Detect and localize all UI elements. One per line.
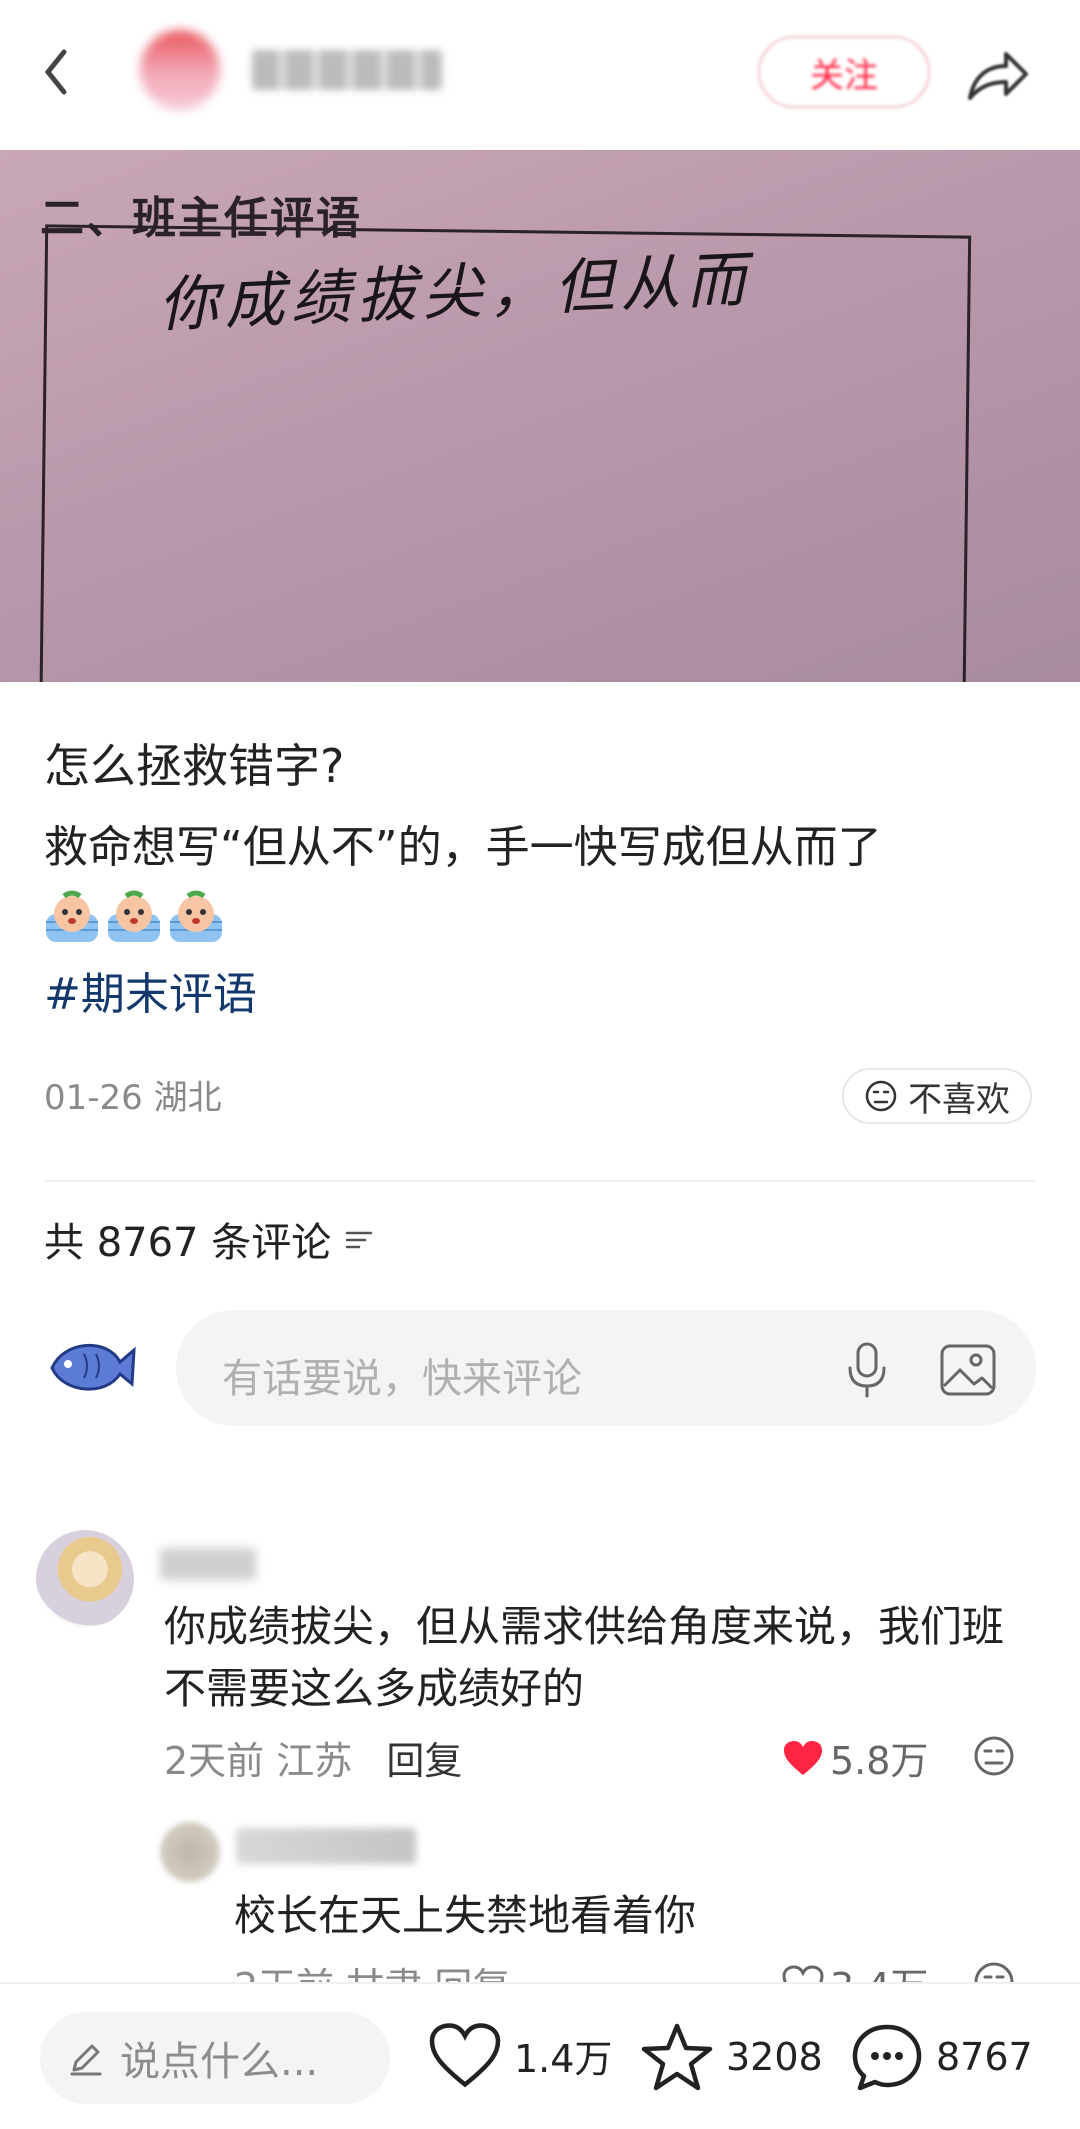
like-button[interactable]: 1.4万 [428,2022,612,2088]
crying-peach-emoji-icon [46,890,98,942]
divider [44,1180,1036,1182]
share-icon[interactable] [962,46,1032,106]
mic-icon[interactable] [842,1340,892,1400]
post-image[interactable]: 二、班主任评语 你成绩拔尖，但从而 [0,150,1080,682]
comment-text: 你成绩拔尖，但从需求供给角度来说，我们班不需要这么多成绩好的 [164,1602,1005,1713]
collect-button[interactable]: 3208 [640,2022,823,2092]
post-title: 怎么拯救错字? [44,739,345,793]
comment-bubble-icon [852,2024,922,2091]
comment-like-count: 5.8万 [830,1739,929,1783]
collect-count: 3208 [726,2035,823,2079]
pencil-icon [70,2044,102,2076]
reply-author[interactable] [236,1828,416,1864]
comment-author[interactable] [160,1548,256,1580]
comment-like-button[interactable]: 5.8万 [782,1730,928,1785]
comment-avatar[interactable] [36,1530,134,1628]
comment-input[interactable]: 有话要说，快来评论 [176,1310,1036,1426]
author-name[interactable] [252,50,442,90]
top-bar: 关注 [0,0,1080,150]
like-count: 1.4万 [514,2036,613,2081]
bottom-action-bar: 说点什么... 1.4万 3208 8767 [0,1982,1080,2129]
comment-count: 8767 [936,2035,1033,2079]
my-avatar-fish-icon [50,1343,136,1391]
emoji-row [44,888,224,944]
comments-count-title: 共 8767 条评论 [44,1210,375,1268]
comment-input-placeholder: 有话要说，快来评论 [222,1356,582,1402]
dislike-label: 不喜欢 [908,1079,1010,1120]
reply-avatar[interactable] [160,1822,220,1882]
comments-count-label: 共 8767 条评论 [44,1220,332,1266]
crying-peach-emoji-icon [170,890,222,942]
author-avatar[interactable] [140,30,220,110]
dislike-button[interactable]: 不喜欢 [842,1068,1032,1124]
star-icon [641,2023,713,2091]
back-icon[interactable] [36,42,76,102]
comment-location: 江苏 [276,1739,353,1783]
comment-time: 2天前 [164,1739,265,1783]
comment-button[interactable]: 8767 [850,2022,1033,2092]
post-description: 救命想写“但从不”的，手一快写成但从而了 [44,822,882,873]
sort-icon[interactable] [343,1225,375,1253]
heart-filled-icon [784,1740,822,1775]
say-something-input[interactable]: 说点什么... [40,2012,390,2104]
crying-peach-emoji-icon [108,890,160,942]
say-something-label: 说点什么... [120,2039,319,2085]
image-icon[interactable] [938,1342,998,1398]
post-date-location: 01-26 湖北 [44,1078,222,1118]
post-tag[interactable]: #期末评语 [44,958,257,1022]
follow-button[interactable]: 关注 [758,36,930,108]
reply-text: 校长在天上失禁地看着你 [234,1891,697,1940]
heart-icon [429,2023,501,2088]
dislike-face-icon [865,1080,897,1112]
comment-meta: 2天前 江苏 回复 [164,1730,462,1785]
comment-reply-button[interactable]: 回复 [386,1739,462,1783]
comment-dislike-icon[interactable] [972,1734,1016,1778]
